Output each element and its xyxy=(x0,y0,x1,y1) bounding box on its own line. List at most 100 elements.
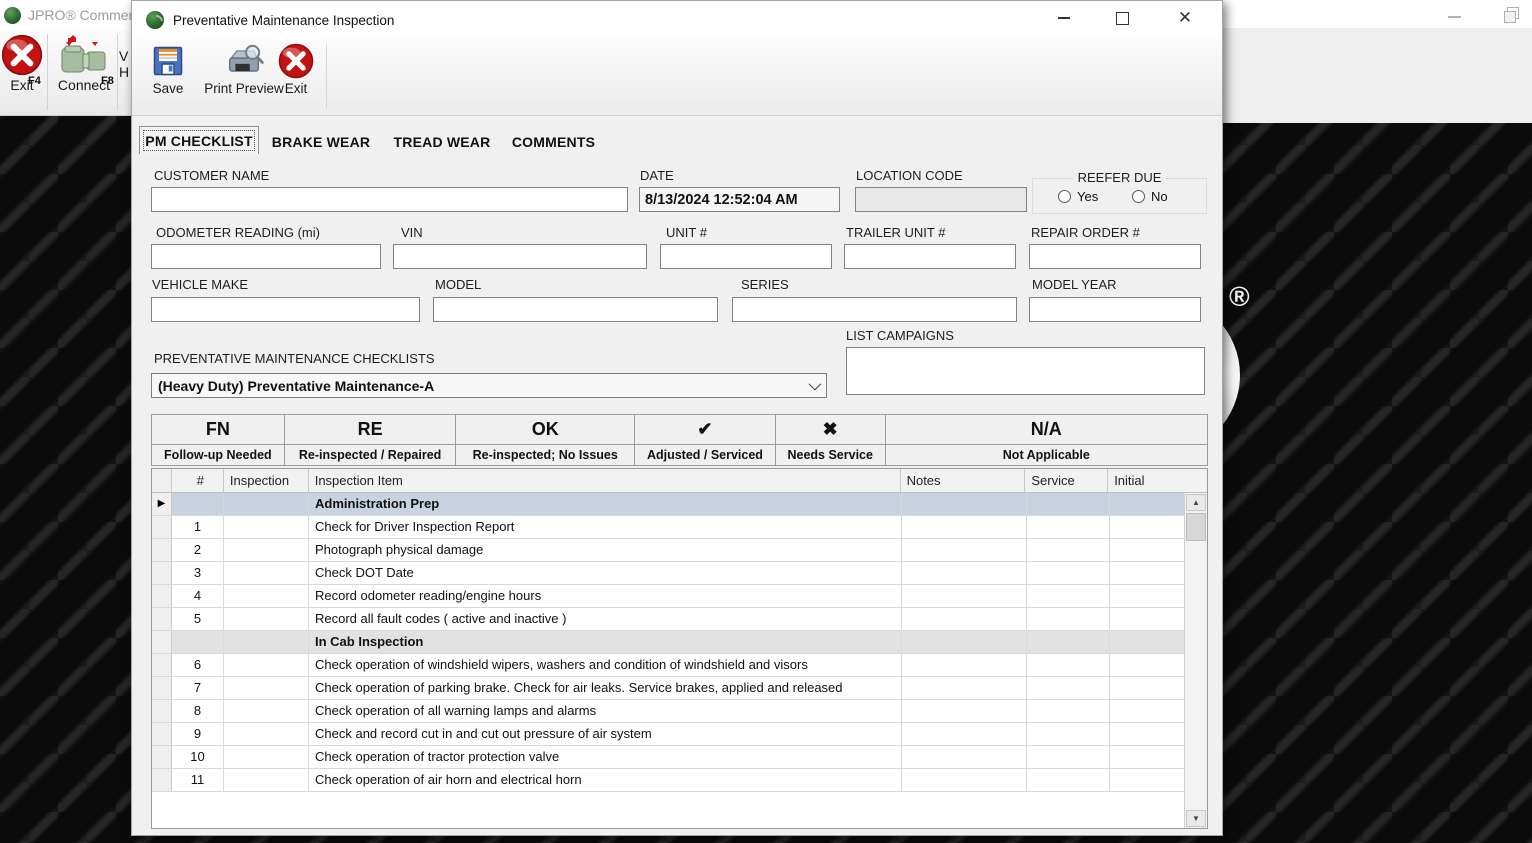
host-restore-icon[interactable] xyxy=(1504,7,1520,23)
vehicle-make-input[interactable] xyxy=(151,297,420,322)
series-input[interactable] xyxy=(732,297,1017,322)
grid-cell-notes[interactable] xyxy=(902,746,1027,768)
grid-cell-num[interactable]: 2 xyxy=(172,539,224,561)
host-minimize-icon[interactable] xyxy=(1448,16,1461,18)
grid-cell-notes[interactable] xyxy=(902,654,1027,676)
grid-cell-svc[interactable] xyxy=(1027,562,1110,584)
unit-input[interactable] xyxy=(660,244,832,269)
grid-cell-item[interactable]: Check operation of air horn and electric… xyxy=(309,769,902,791)
scroll-down-icon[interactable]: ▼ xyxy=(1186,810,1206,827)
grid-cell-init[interactable] xyxy=(1110,585,1186,607)
maximize-button[interactable] xyxy=(1099,1,1145,35)
repair-order-input[interactable] xyxy=(1029,244,1201,269)
grid-cell-init[interactable] xyxy=(1110,746,1186,768)
grid-cell-notes[interactable] xyxy=(902,585,1027,607)
grid-section-row[interactable]: ▶Administration Prep xyxy=(152,493,1207,516)
grid-cell-svc[interactable] xyxy=(1027,723,1110,745)
grid-cell-num[interactable]: 8 xyxy=(172,700,224,722)
grid-cell-insp[interactable] xyxy=(224,769,309,791)
grid-cell-svc[interactable] xyxy=(1027,516,1110,538)
reefer-no-option[interactable]: No xyxy=(1132,189,1168,204)
grid-cell-svc[interactable] xyxy=(1027,585,1110,607)
grid-item-row[interactable]: 11 Check operation of air horn and electr… xyxy=(152,769,1207,792)
grid-cell-init[interactable] xyxy=(1110,516,1186,538)
grid-cell-init[interactable] xyxy=(1110,539,1186,561)
grid-item-row[interactable]: 2 Photograph physical damage xyxy=(152,539,1207,562)
reefer-no-radio[interactable] xyxy=(1132,190,1145,203)
customer-name-input[interactable] xyxy=(151,187,628,212)
grid-cell-notes[interactable] xyxy=(902,631,1027,653)
grid-cell-init[interactable] xyxy=(1110,654,1186,676)
grid-cell-svc[interactable] xyxy=(1027,493,1110,515)
grid-cell-svc[interactable] xyxy=(1027,677,1110,699)
grid-cell-item[interactable]: Check for Driver Inspection Report xyxy=(309,516,902,538)
grid-header-inspection[interactable]: Inspection xyxy=(224,469,309,492)
grid-scrollbar[interactable]: ▲ ▼ xyxy=(1184,493,1207,828)
location-code-input[interactable] xyxy=(855,187,1027,212)
grid-cell-notes[interactable] xyxy=(902,608,1027,630)
grid-cell-notes[interactable] xyxy=(902,562,1027,584)
vin-input[interactable] xyxy=(393,244,647,269)
grid-cell-svc[interactable] xyxy=(1027,746,1110,768)
grid-cell-svc[interactable] xyxy=(1027,631,1110,653)
grid-cell-svc[interactable] xyxy=(1027,539,1110,561)
grid-cell-item[interactable]: Check operation of parking brake. Check … xyxy=(309,677,902,699)
grid-cell-insp[interactable] xyxy=(224,516,309,538)
grid-cell-init[interactable] xyxy=(1110,631,1186,653)
grid-cell-insp[interactable] xyxy=(224,723,309,745)
grid-cell-init[interactable] xyxy=(1110,700,1186,722)
checklists-dropdown[interactable]: (Heavy Duty) Preventative Maintenance-A xyxy=(151,373,827,398)
grid-item-row[interactable]: 7Check operation of parking brake. Check… xyxy=(152,677,1207,700)
scroll-up-icon[interactable]: ▲ xyxy=(1186,494,1206,511)
grid-cell-notes[interactable] xyxy=(902,769,1027,791)
grid-cell-svc[interactable] xyxy=(1027,654,1110,676)
grid-cell-num[interactable]: 9 xyxy=(172,723,224,745)
date-input[interactable] xyxy=(639,187,840,212)
grid-cell-item[interactable]: Photograph physical damage xyxy=(309,539,902,561)
grid-cell-item[interactable]: In Cab Inspection xyxy=(309,631,902,653)
grid-cell-item[interactable]: Check operation of tractor protection va… xyxy=(309,746,902,768)
host-partial-button[interactable]: V H xyxy=(119,48,129,80)
grid-cell-svc[interactable] xyxy=(1027,769,1110,791)
grid-cell-insp[interactable] xyxy=(224,700,309,722)
grid-cell-notes[interactable] xyxy=(902,723,1027,745)
grid-item-row[interactable]: 3 Check DOT Date xyxy=(152,562,1207,585)
grid-cell-insp[interactable] xyxy=(224,585,309,607)
tab-comments[interactable]: COMMENTS xyxy=(506,129,601,154)
reefer-yes-option[interactable]: Yes xyxy=(1058,189,1098,204)
grid-cell-notes[interactable] xyxy=(902,700,1027,722)
minimize-button[interactable] xyxy=(1041,1,1087,35)
grid-cell-svc[interactable] xyxy=(1027,608,1110,630)
grid-cell-item[interactable]: Check operation of all warning lamps and… xyxy=(309,700,902,722)
grid-header-item[interactable]: Inspection Item xyxy=(309,469,901,492)
grid-cell-num[interactable]: 10 xyxy=(172,746,224,768)
grid-cell-insp[interactable] xyxy=(224,677,309,699)
grid-cell-svc[interactable] xyxy=(1027,700,1110,722)
grid-cell-insp[interactable] xyxy=(224,654,309,676)
grid-cell-init[interactable] xyxy=(1110,723,1186,745)
grid-item-row[interactable]: 1Check for Driver Inspection Report xyxy=(152,516,1207,539)
grid-cell-item[interactable]: Check DOT Date xyxy=(309,562,902,584)
grid-cell-num[interactable]: 4 xyxy=(172,585,224,607)
trailer-unit-input[interactable] xyxy=(844,244,1016,269)
model-input[interactable] xyxy=(433,297,718,322)
reefer-yes-radio[interactable] xyxy=(1058,190,1071,203)
grid-cell-num[interactable]: 6 xyxy=(172,654,224,676)
scrollbar-thumb[interactable] xyxy=(1186,513,1206,541)
grid-cell-insp[interactable] xyxy=(224,562,309,584)
dialog-titlebar[interactable]: Preventative Maintenance Inspection ✕ xyxy=(132,1,1222,39)
grid-cell-init[interactable] xyxy=(1110,562,1186,584)
grid-cell-num[interactable]: 3 xyxy=(172,562,224,584)
grid-item-row[interactable]: 10 Check operation of tractor protection … xyxy=(152,746,1207,769)
save-button[interactable]: Save xyxy=(142,43,194,96)
grid-cell-num[interactable]: 11 xyxy=(172,769,224,791)
list-campaigns-input[interactable] xyxy=(846,347,1205,395)
grid-header-num[interactable]: # xyxy=(172,469,224,492)
grid-cell-notes[interactable] xyxy=(902,516,1027,538)
grid-cell-item[interactable]: Check and record cut in and cut out pres… xyxy=(309,723,902,745)
grid-cell-item[interactable]: Administration Prep xyxy=(309,493,902,515)
grid-item-row[interactable]: 8 Check operation of all warning lamps an… xyxy=(152,700,1207,723)
grid-cell-insp[interactable] xyxy=(224,493,309,515)
grid-cell-init[interactable] xyxy=(1110,769,1186,791)
grid-cell-notes[interactable] xyxy=(902,539,1027,561)
